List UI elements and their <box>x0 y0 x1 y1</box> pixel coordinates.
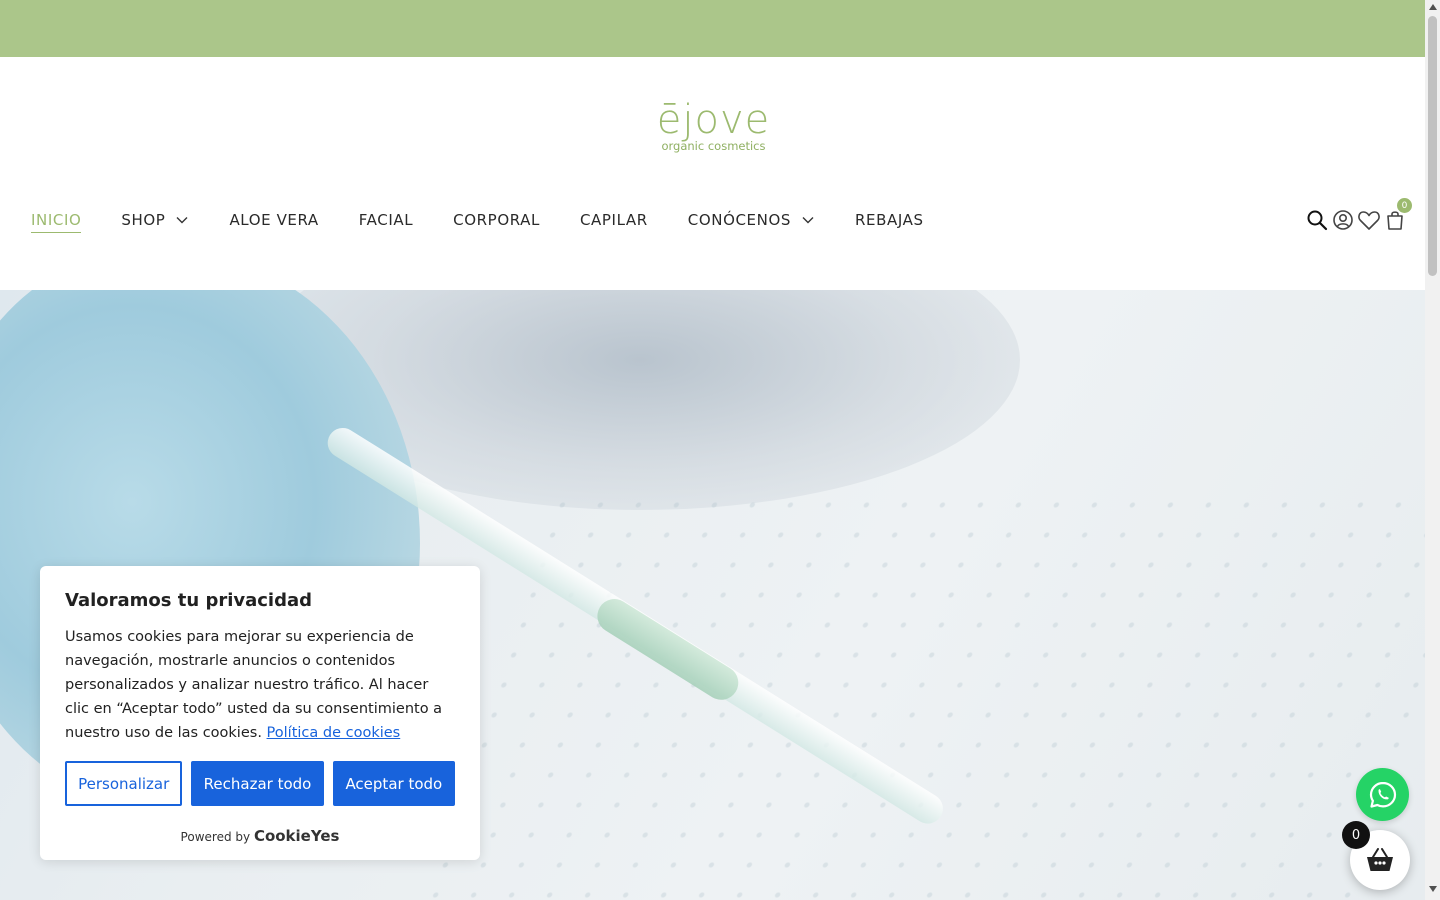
scroll-down-arrow-icon[interactable] <box>1425 886 1440 896</box>
cart-count-badge: 0 <box>1397 198 1412 213</box>
nav-item-label: INICIO <box>31 211 82 229</box>
nav-item-inicio[interactable]: INICIO <box>31 211 82 233</box>
chevron-down-icon <box>802 217 814 224</box>
whatsapp-chat-button[interactable] <box>1356 768 1409 821</box>
nav-item-rebajas[interactable]: REBAJAS <box>855 211 924 229</box>
nav-item-corporal[interactable]: CORPORAL <box>453 211 540 229</box>
header-actions: 0 <box>1305 198 1412 232</box>
cart-icon[interactable]: 0 <box>1383 198 1412 232</box>
cookie-buttons: Personalizar Rechazar todo Aceptar todo <box>65 761 455 806</box>
cookie-title: Valoramos tu privacidad <box>65 590 313 611</box>
search-icon[interactable] <box>1305 208 1329 232</box>
account-icon[interactable] <box>1331 208 1355 232</box>
cookie-powered-by[interactable]: Powered by CookieYes <box>65 827 455 845</box>
powered-by-text: Powered by <box>180 830 251 844</box>
cookieyes-logo: CookieYes <box>253 827 340 845</box>
cookie-policy-link[interactable]: Política de cookies <box>267 725 401 741</box>
nav-item-label: CONÓCENOS <box>687 211 791 229</box>
hero-mesh-texture <box>411 490 1425 900</box>
customize-button[interactable]: Personalizar <box>65 761 183 806</box>
main-navigation: INICIO SHOP ALOE VERA FACIAL CORPORAL CA… <box>31 207 964 233</box>
nav-item-capilar[interactable]: CAPILAR <box>580 211 648 229</box>
whatsapp-icon <box>1369 781 1396 808</box>
nav-item-label: REBAJAS <box>854 211 924 229</box>
basket-icon <box>1367 848 1393 871</box>
nav-item-conocenos[interactable]: CONÓCENOS <box>688 211 815 229</box>
nav-item-aloe-vera[interactable]: ALOE VERA <box>229 211 318 229</box>
nav-item-label: ALOE VERA <box>229 211 319 229</box>
logo-wordmark: ējove <box>656 97 771 143</box>
nav-item-label: CAPILAR <box>579 211 648 229</box>
page-scrollbar[interactable] <box>1425 0 1440 900</box>
site-logo[interactable]: ējove organic cosmetics <box>636 97 791 159</box>
nav-item-label: SHOP <box>121 211 166 229</box>
nav-item-facial[interactable]: FACIAL <box>359 211 413 229</box>
site-header: ējove organic cosmetics INICIO SHOP ALOE… <box>0 57 1425 290</box>
nav-item-label: FACIAL <box>358 211 414 229</box>
nav-item-shop[interactable]: SHOP <box>121 211 189 229</box>
cookie-description: Usamos cookies para mejorar su experienc… <box>65 625 455 745</box>
chevron-down-icon <box>176 217 188 224</box>
cookie-consent-banner: Valoramos tu privacidad Usamos cookies p… <box>40 566 480 860</box>
top-announcement-bar <box>0 0 1425 57</box>
wishlist-icon[interactable] <box>1357 208 1381 232</box>
floating-cart-count: 0 <box>1342 821 1370 849</box>
scroll-up-arrow-icon[interactable] <box>1425 4 1440 14</box>
reject-all-button[interactable]: Rechazar todo <box>191 761 324 806</box>
nav-item-label: CORPORAL <box>453 211 540 229</box>
scrollbar-thumb[interactable] <box>1428 16 1437 276</box>
accept-all-button[interactable]: Aceptar todo <box>332 761 455 806</box>
